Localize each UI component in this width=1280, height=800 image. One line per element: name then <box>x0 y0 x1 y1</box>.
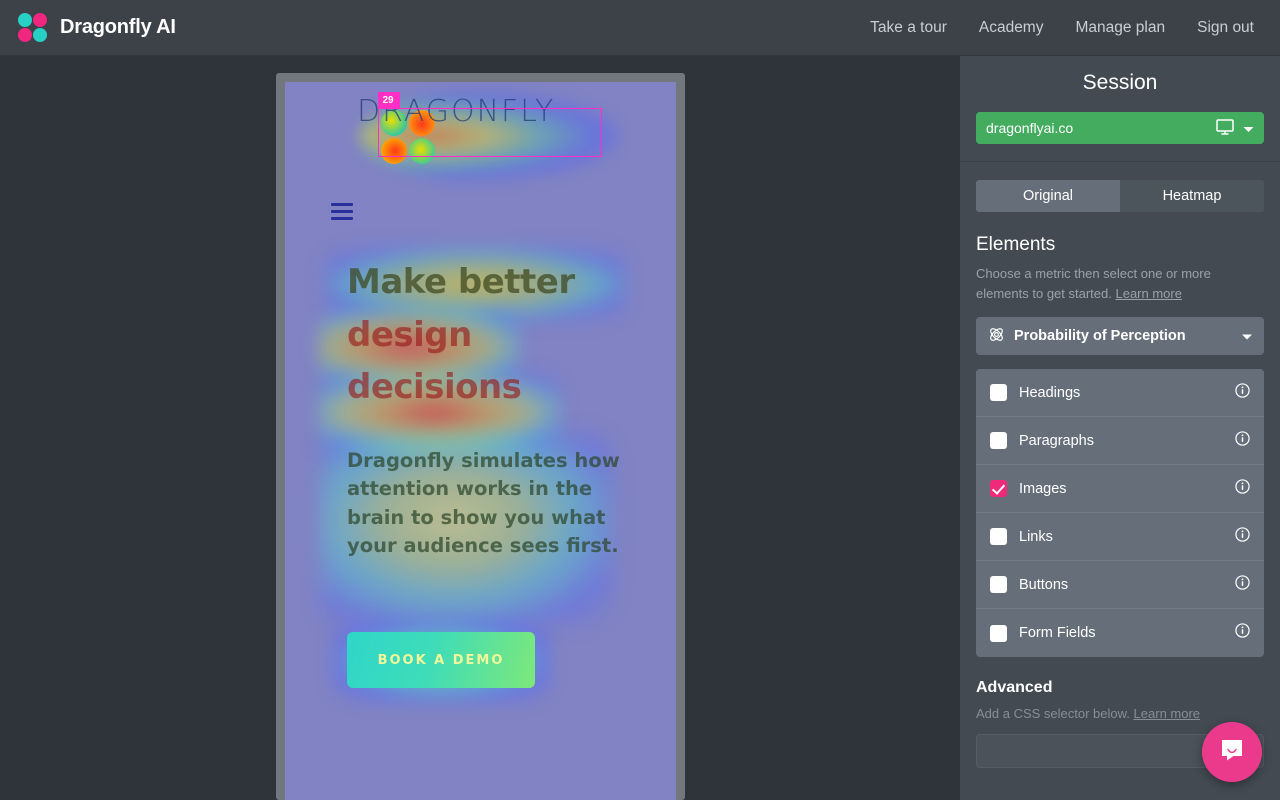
monitor-icon <box>1216 118 1234 138</box>
nav-take-a-tour[interactable]: Take a tour <box>870 19 947 37</box>
session-sidebar: Session dragonflyai.co Original Heatmap … <box>960 56 1280 800</box>
dragonfly-logo-icon <box>18 12 50 43</box>
element-label-paragraphs: Paragraphs <box>1019 432 1094 449</box>
info-icon[interactable] <box>1235 382 1250 403</box>
info-icon[interactable] <box>1235 574 1250 595</box>
element-row-images[interactable]: Images <box>976 465 1264 513</box>
chevron-down-icon <box>1243 120 1254 136</box>
elements-learn-more-link[interactable]: Learn more <box>1115 286 1181 301</box>
elements-checkbox-list: Headings Paragraphs Images Links Buttons… <box>976 369 1264 657</box>
element-row-headings[interactable]: Headings <box>976 369 1264 417</box>
tab-original[interactable]: Original <box>976 180 1120 212</box>
checkbox-links[interactable] <box>990 528 1007 545</box>
checkbox-headings[interactable] <box>990 384 1007 401</box>
brand-name: Dragonfly AI <box>60 16 176 38</box>
chevron-down-icon <box>1242 328 1252 344</box>
chat-support-button[interactable] <box>1202 722 1262 782</box>
element-label-buttons: Buttons <box>1019 576 1069 593</box>
element-row-buttons[interactable]: Buttons <box>976 561 1264 609</box>
hamburger-menu-icon[interactable] <box>331 203 353 224</box>
device-frame: DRAGONFLY 29 Make better design decision… <box>276 73 685 800</box>
sidebar-divider <box>960 161 1280 162</box>
preview-headline: Make better design decisions <box>347 265 647 405</box>
advanced-learn-more-link[interactable]: Learn more <box>1134 706 1200 721</box>
checkbox-form-fields[interactable] <box>990 624 1007 642</box>
advanced-help-copy: Add a CSS selector below. <box>976 706 1130 721</box>
element-row-links[interactable]: Links <box>976 513 1264 561</box>
checkbox-buttons[interactable] <box>990 576 1007 593</box>
element-label-links: Links <box>1019 528 1053 545</box>
headline-line-3: decisions <box>347 367 522 408</box>
advanced-help-text: Add a CSS selector below. Learn more <box>976 706 1264 721</box>
info-icon[interactable] <box>1235 478 1250 499</box>
headline-line-2: design <box>347 314 472 355</box>
selected-element-score-badge: 29 <box>377 92 400 109</box>
elements-help-text: Choose a metric then select one or more … <box>976 264 1264 303</box>
sidebar-title: Session <box>1082 71 1158 94</box>
session-url-value: dragonflyai.co <box>986 120 1074 136</box>
view-mode-toggle: Original Heatmap <box>976 180 1264 212</box>
element-row-paragraphs[interactable]: Paragraphs <box>976 417 1264 465</box>
selected-element-outline[interactable]: 29 <box>377 92 602 157</box>
metric-selected-value: Probability of Perception <box>1014 328 1186 344</box>
preview-canvas: DRAGONFLY 29 Make better design decision… <box>0 56 960 800</box>
element-label-images: Images <box>1019 480 1067 497</box>
session-url-select[interactable]: dragonflyai.co <box>976 112 1264 144</box>
nav-academy[interactable]: Academy <box>979 19 1044 37</box>
book-a-demo-label: BOOK A DEMO <box>377 652 505 668</box>
top-navigation: Take a tour Academy Manage plan Sign out <box>870 19 1254 37</box>
book-a-demo-button[interactable]: BOOK A DEMO <box>347 632 535 688</box>
info-icon[interactable] <box>1235 430 1250 451</box>
element-label-headings: Headings <box>1019 384 1081 401</box>
nav-manage-plan[interactable]: Manage plan <box>1075 19 1165 37</box>
info-icon[interactable] <box>1235 623 1250 643</box>
top-header-bar: Dragonfly AI Take a tour Academy Manage … <box>0 0 1280 56</box>
info-icon[interactable] <box>1235 526 1250 547</box>
nav-sign-out[interactable]: Sign out <box>1197 19 1254 37</box>
advanced-section-title: Advanced <box>976 679 1053 696</box>
preview-paragraph: Dragonfly simulates how attention works … <box>347 449 620 557</box>
atom-metric-icon <box>988 326 1005 347</box>
checkbox-paragraphs[interactable] <box>990 432 1007 449</box>
element-row-form-fields[interactable]: Form Fields <box>976 609 1264 657</box>
tab-heatmap[interactable]: Heatmap <box>1120 180 1264 212</box>
chat-bubble-icon <box>1218 736 1246 769</box>
brand-logo[interactable]: Dragonfly AI <box>18 12 176 43</box>
headline-line-1: Make better <box>347 262 575 302</box>
metric-dropdown[interactable]: Probability of Perception <box>976 317 1264 355</box>
checkbox-images[interactable] <box>990 480 1007 497</box>
page-preview-screen[interactable]: DRAGONFLY 29 Make better design decision… <box>285 82 676 800</box>
element-label-form-fields: Form Fields <box>1019 625 1096 641</box>
elements-section-title: Elements <box>976 234 1056 255</box>
